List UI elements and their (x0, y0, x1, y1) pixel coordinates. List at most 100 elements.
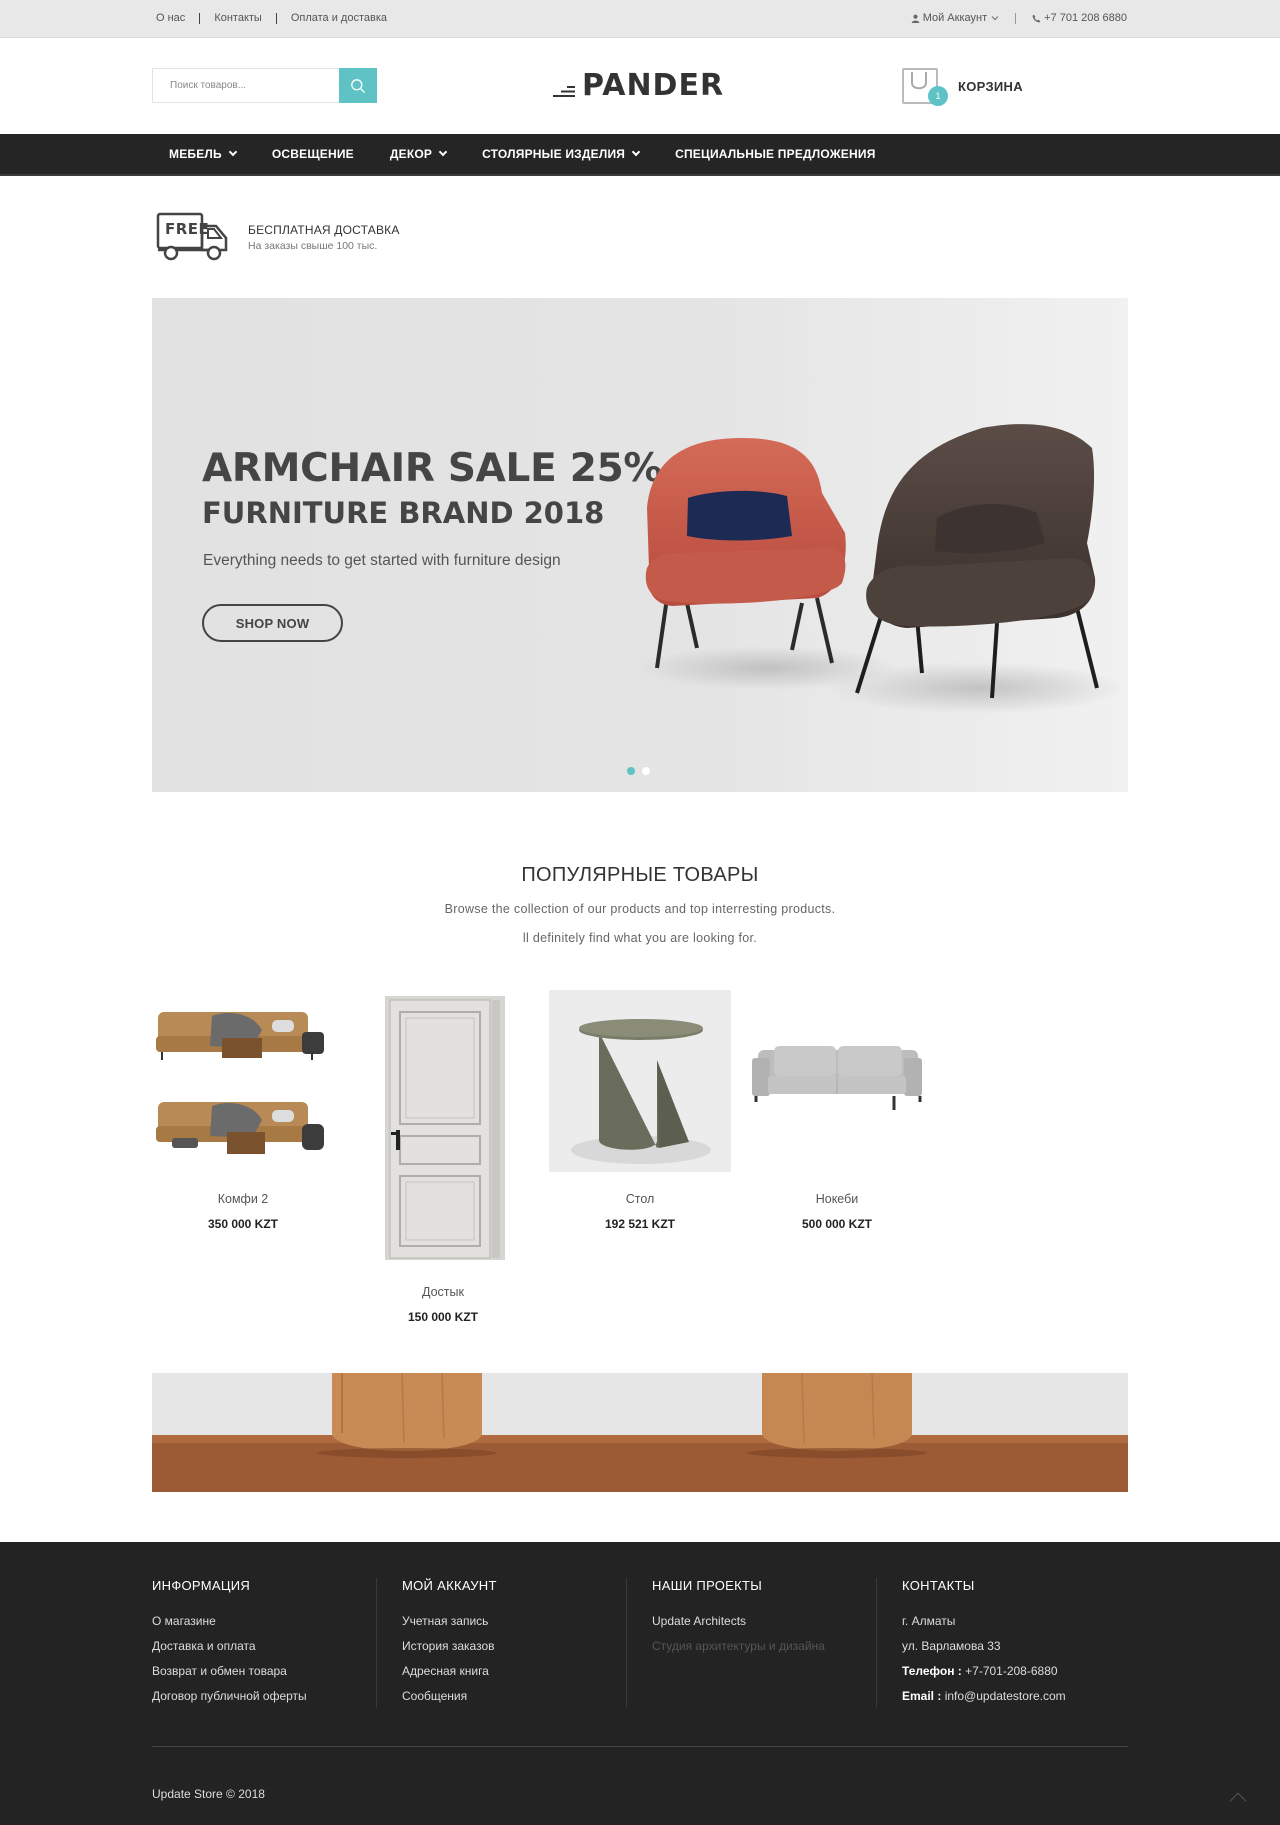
phone-icon (1032, 14, 1041, 22)
slide-subheading: FURNITURE BRAND 2018 (202, 496, 605, 530)
contact-phone-value: +7-701-208-6880 (965, 1664, 1058, 1678)
footer-col-info: ИНФОРМАЦИЯ О магазине Доставка и оплата … (152, 1578, 307, 1714)
nav-item-label: СПЕЦИАЛЬНЫЕ ПРЕДЛОЖЕНИЯ (675, 147, 876, 161)
footer-link[interactable]: О магазине (152, 1614, 307, 1629)
nav-item-joinery[interactable]: СТОЛЯРНЫЕ ИЗДЕЛИЯ (464, 147, 657, 161)
contact-address: ул. Варламова 33 (902, 1639, 1001, 1653)
slide-description: Everything needs to get started with fur… (203, 552, 561, 569)
product-name: Достык (422, 1285, 464, 1299)
account-menu[interactable]: Мой Аккаунт (911, 12, 999, 24)
shipping-title: БЕСПЛАТНАЯ ДОСТАВКА (248, 222, 400, 237)
armchairs-image (637, 424, 1122, 714)
door-image (352, 990, 534, 1262)
contact-email-label: Email : (902, 1689, 942, 1703)
grey-sofa-image (746, 990, 928, 1172)
chevron-down-icon (991, 16, 999, 21)
chevron-down-icon (438, 147, 448, 157)
footer-col-title: МОЙ АККАУНТ (402, 1578, 497, 1593)
sofa-set-image (152, 990, 334, 1172)
product-price: 150 000 KZT (407, 1310, 479, 1324)
slider-dot-1[interactable] (627, 767, 635, 775)
cart-icon: 1 (902, 68, 948, 106)
cart-count-badge: 1 (928, 86, 948, 106)
nav-item-label: МЕБЕЛЬ (169, 147, 222, 161)
free-badge-text: FREE (165, 220, 210, 238)
footer-divider (626, 1578, 627, 1708)
scroll-to-top-icon[interactable] (1229, 1792, 1247, 1810)
footer-col-contacts: КОНТАКТЫ г. Алматы ул. Варламова 33 Теле… (902, 1578, 1066, 1714)
phone-link[interactable]: +7 701 208 6880 (1032, 12, 1127, 24)
top-link-contacts[interactable]: Контакты (214, 12, 262, 24)
product-card[interactable]: Стол 192 521 KZT (549, 990, 731, 1231)
section-subtitle: ll definitely find what you are looking … (522, 931, 758, 945)
product-name: Стол (625, 1192, 655, 1206)
user-icon (911, 14, 919, 23)
product-name: Нокеби (815, 1192, 859, 1206)
divider (1015, 12, 1017, 24)
logo-mark-icon (553, 86, 575, 97)
product-card[interactable]: Достык 150 000 KZT (352, 990, 534, 1324)
nav-item-special-offers[interactable]: СПЕЦИАЛЬНЫЕ ПРЕДЛОЖЕНИЯ (657, 147, 893, 161)
contact-phone[interactable]: Телефон : +7-701-208-6880 (902, 1664, 1066, 1679)
footer-col-title: НАШИ ПРОЕКТЫ (652, 1578, 763, 1593)
top-link-delivery[interactable]: Оплата и доставка (291, 12, 387, 24)
nav-item-label: СТОЛЯРНЫЕ ИЗДЕЛИЯ (482, 147, 626, 161)
main-nav: МЕБЕЛЬ ОСВЕЩЕНИЕ ДЕКОР СТОЛЯРНЫЕ ИЗДЕЛИЯ… (0, 134, 1280, 176)
top-bar: О нас Контакты Оплата и доставка Мой Акк… (0, 0, 1280, 38)
footer-col-title: ИНФОРМАЦИЯ (152, 1578, 251, 1593)
shipping-text: БЕСПЛАТНАЯ ДОСТАВКА На заказы свыше 100 … (248, 223, 400, 252)
nav-item-lighting[interactable]: ОСВЕЩЕНИЕ (254, 147, 372, 161)
slider-dots (627, 767, 657, 775)
footer-link[interactable]: Доставка и оплата (152, 1639, 307, 1654)
hero-slider[interactable]: ARMCHAIR SALE 25% OFF FURNITURE BRAND 20… (152, 298, 1128, 792)
footer-col-title: КОНТАКТЫ (902, 1578, 975, 1593)
search-icon (351, 78, 365, 93)
footer-link[interactable]: Договор публичной оферты (152, 1689, 307, 1704)
product-price: 500 000 KZT (801, 1217, 873, 1231)
product-name: Комфи 2 (217, 1192, 269, 1206)
logo-text: PANDER (582, 67, 725, 103)
footer-link[interactable]: История заказов (402, 1639, 497, 1654)
section-title: ПОПУЛЯРНЫЕ ТОВАРЫ (521, 864, 759, 886)
nav-item-decor[interactable]: ДЕКОР (372, 147, 464, 161)
account-label: Мой Аккаунт (922, 12, 988, 24)
shipping-subtitle: На заказы свыше 100 тыс. (248, 239, 378, 252)
footer-link[interactable]: Update Architects (652, 1614, 825, 1629)
product-price: 192 521 KZT (604, 1217, 676, 1231)
phone-number: +7 701 208 6880 (1044, 12, 1127, 24)
promo-banner-image[interactable] (152, 1373, 1128, 1492)
footer-link[interactable]: Возврат и обмен товара (152, 1664, 307, 1679)
product-price: 350 000 KZT (207, 1217, 279, 1231)
footer-divider (376, 1578, 377, 1708)
shop-now-button[interactable]: SHOP NOW (202, 604, 343, 642)
product-card[interactable]: Нокеби 500 000 KZT (746, 990, 928, 1231)
header: PANDER 1 КОРЗИНА (0, 38, 1280, 134)
section-subtitle: Browse the collection of our products an… (444, 902, 836, 916)
cart-button[interactable]: 1 КОРЗИНА (902, 68, 1023, 106)
logo[interactable]: PANDER (553, 67, 724, 103)
top-link-about[interactable]: О нас (156, 12, 185, 24)
search-button[interactable] (339, 68, 377, 103)
contact-email[interactable]: Email : info@updatestore.com (902, 1689, 1066, 1704)
footer-link[interactable]: Учетная запись (402, 1614, 497, 1629)
footer-divider-line (152, 1746, 1128, 1747)
free-shipping-banner: FREE БЕСПЛАТНАЯ ДОСТАВКА На заказы свыше… (156, 212, 400, 262)
nav-item-furniture[interactable]: МЕБЕЛЬ (152, 147, 254, 161)
top-right: Мой Аккаунт +7 701 208 6880 (911, 12, 1127, 24)
divider (199, 12, 201, 24)
footer-link[interactable]: Адресная книга (402, 1664, 497, 1679)
contact-email-value: info@updatestore.com (944, 1689, 1066, 1703)
product-card[interactable]: Комфи 2 350 000 KZT (152, 990, 334, 1231)
copyright: Update Store © 2018 (152, 1787, 265, 1801)
contact-city: г. Алматы (902, 1614, 956, 1628)
search-bar (152, 68, 377, 103)
nav-item-label: ОСВЕЩЕНИЕ (271, 147, 354, 161)
footer-link[interactable]: Студия архитектуры и дизайна (652, 1639, 825, 1654)
contact-phone-label: Телефон : (902, 1664, 962, 1678)
search-input[interactable] (153, 69, 339, 102)
footer-link[interactable]: Сообщения (402, 1689, 497, 1704)
top-links: О нас Контакты Оплата и доставка (156, 12, 387, 24)
footer-col-projects: НАШИ ПРОЕКТЫ Update Architects Студия ар… (652, 1578, 825, 1664)
slider-dot-2[interactable] (642, 767, 650, 775)
nav-item-label: ДЕКОР (389, 147, 433, 161)
